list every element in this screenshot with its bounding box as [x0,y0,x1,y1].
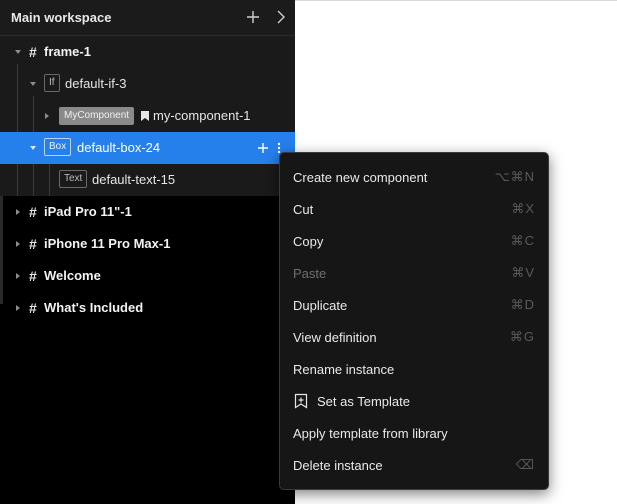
caret-down-icon[interactable] [29,80,37,88]
panel-title: Main workspace [11,10,112,25]
layer-label: What's Included [44,300,144,315]
menu-item-paste: Paste ⌘V [280,257,548,289]
layer-label: iPhone 11 Pro Max-1 [44,236,171,251]
chevron-right-icon[interactable] [272,8,290,26]
menu-item-view-definition[interactable]: View definition ⌘G [280,321,548,353]
bookmark-icon [138,109,152,123]
layer-label: default-text-15 [92,172,176,187]
menu-item-label: Apply template from library [293,425,448,441]
menu-item-label: Delete instance [293,457,383,473]
layers-panel: Main workspace # frame-1 If default-if-3… [0,0,295,504]
caret-right-icon[interactable] [14,240,22,248]
menu-item-shortcut: ⌘D [510,297,535,312]
menu-item-shortcut: ⌘C [510,233,535,248]
canvas-edge [295,0,617,1]
caret-right-icon[interactable] [43,112,51,120]
type-tag-if: If [44,74,60,92]
menu-item-apply-template[interactable]: Apply template from library [280,417,548,449]
layer-row-component[interactable]: MyComponent my-component-1 [0,100,295,132]
caret-down-icon[interactable] [29,144,37,152]
menu-item-shortcut: ⌫ [515,457,535,472]
menu-item-label: Rename instance [293,361,395,377]
menu-item-cut[interactable]: Cut ⌘X [280,193,548,225]
plus-icon[interactable] [244,8,262,26]
menu-item-label: Cut [293,201,314,217]
menu-item-label: Create new component [293,169,428,185]
frame-hash-icon: # [29,300,37,316]
layer-label: default-box-24 [77,140,161,155]
bookmark-plus-icon [293,393,309,409]
frame-hash-icon: # [29,204,37,220]
menu-item-create-component[interactable]: Create new component ⌥⌘N [280,161,548,193]
layer-row-frame[interactable]: # iPhone 11 Pro Max-1 [0,228,295,260]
type-tag-box: Box [44,138,72,156]
frame-hash-icon: # [29,236,37,252]
layer-label: Welcome [44,268,101,283]
menu-item-label: Duplicate [293,297,348,313]
menu-item-label: View definition [293,329,377,345]
menu-item-set-as-template[interactable]: Set as Template [280,385,548,417]
layer-label: frame-1 [44,44,91,59]
caret-right-icon[interactable] [14,304,22,312]
caret-right-icon[interactable] [14,208,22,216]
menu-item-label: Paste [293,265,327,281]
layer-label: default-if-3 [65,76,127,91]
layer-row-text[interactable]: Text default-text-15 [0,164,295,196]
panel-header: Main workspace [0,0,295,36]
type-tag-component: MyComponent [59,107,135,125]
menu-item-shortcut: ⌥⌘N [494,169,535,184]
layer-row-frame[interactable]: # Welcome [0,260,295,292]
menu-item-shortcut: ⌘G [509,329,535,344]
menu-item-shortcut: ⌘X [511,201,535,216]
layer-row-frame-1[interactable]: # frame-1 [0,36,295,68]
context-menu: Create new component ⌥⌘N Cut ⌘X Copy ⌘C … [279,152,549,490]
frame-hash-icon: # [29,268,37,284]
frame-hash-icon: # [29,44,37,60]
caret-right-icon[interactable] [14,272,22,280]
caret-down-icon[interactable] [14,48,22,56]
menu-item-shortcut: ⌘V [511,265,535,280]
menu-item-delete-instance[interactable]: Delete instance ⌫ [280,449,548,481]
layer-row-frame[interactable]: # iPad Pro 11"-1 [0,196,295,228]
menu-item-duplicate[interactable]: Duplicate ⌘D [280,289,548,321]
menu-item-copy[interactable]: Copy ⌘C [280,225,548,257]
layer-label: iPad Pro 11"-1 [44,204,132,219]
layer-row-if[interactable]: If default-if-3 [0,68,295,100]
menu-item-label: Copy [293,233,324,249]
type-tag-text: Text [59,170,88,188]
plus-icon[interactable] [256,141,270,155]
layer-row-frame[interactable]: # What's Included [0,292,295,324]
menu-item-label: Set as Template [317,393,410,409]
menu-item-rename-instance[interactable]: Rename instance [280,353,548,385]
layer-label: my-component-1 [153,108,251,123]
layer-row-box-selected[interactable]: Box default-box-24 [0,132,295,164]
